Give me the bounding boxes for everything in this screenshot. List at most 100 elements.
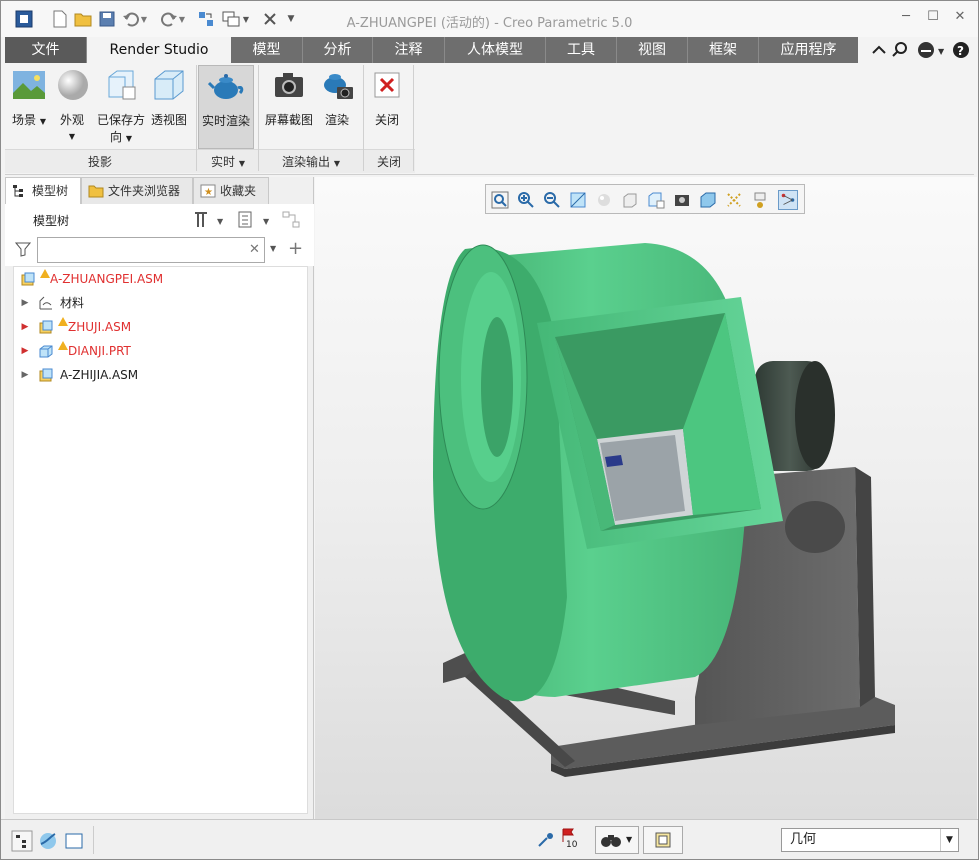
expand-icon[interactable]: ▶: [18, 364, 32, 386]
zoom-out-icon[interactable]: [542, 190, 562, 210]
help-icon[interactable]: ?: [953, 42, 969, 58]
annotation-display-icon[interactable]: [778, 190, 798, 210]
assembly-icon: [39, 320, 53, 334]
regen-status-icon[interactable]: [535, 830, 557, 852]
expand-icon[interactable]: ▶: [18, 340, 32, 362]
messages-indicator[interactable]: 10: [559, 828, 583, 854]
close-render-button[interactable]: 关闭: [369, 67, 405, 128]
clear-search-icon[interactable]: ✕: [249, 242, 260, 257]
selection-filter-dropdown[interactable]: 几何 ▼: [781, 828, 959, 852]
assembly-icon: [39, 368, 53, 382]
model-tree: A-ZHUANGPEI.ASM ▶ 材料 ▶ ZHUJI.ASM ▶ DIANJ…: [13, 266, 308, 814]
svg-text:★: ★: [204, 187, 213, 198]
tree-node-root[interactable]: A-ZHUANGPEI.ASM: [18, 268, 298, 290]
selection-mode-button[interactable]: [643, 826, 683, 854]
collapse-ribbon-icon[interactable]: [872, 45, 886, 54]
spin-center-icon[interactable]: [750, 190, 770, 210]
tab-tools[interactable]: 工具: [546, 37, 617, 63]
tab-model-tree[interactable]: 模型树: [5, 177, 81, 204]
saved-orientations-icon[interactable]: [620, 190, 640, 210]
group-render-output[interactable]: 渲染输出 ▼: [259, 153, 363, 170]
ribbon-tab-bar: 文件 Render Studio 模型 分析 注释 人体模型 工具 视图 框架 …: [5, 37, 858, 63]
add-filter-icon[interactable]: +: [288, 238, 303, 259]
tree-node-zhijia[interactable]: ▶ A-ZHIJIA.ASM: [18, 364, 298, 386]
repaint-icon[interactable]: [568, 190, 588, 210]
tab-favorites[interactable]: ★ 收藏夹: [193, 177, 269, 204]
perspective-icon: [154, 70, 184, 100]
perspective-button[interactable]: 透视图: [149, 67, 189, 128]
expand-icon[interactable]: ▶: [18, 316, 32, 338]
model-tree-header: 模型树 ▼ ▼: [5, 204, 314, 236]
tree-filter-display-icon[interactable]: [281, 210, 305, 230]
title-bar: ▼ ▼ ▼ ▼ A-ZHUANGPEI (活动的) - Creo Paramet…: [1, 1, 978, 37]
render-icon: [324, 74, 353, 99]
datum-display-icon[interactable]: [724, 190, 744, 210]
tree-filter-row: ✕ ▼ +: [5, 234, 314, 266]
tree-node-dianji[interactable]: ▶ DIANJI.PRT: [18, 340, 298, 362]
zoom-in-icon[interactable]: [516, 190, 536, 210]
render-label: 渲染: [324, 113, 349, 127]
tab-render-studio[interactable]: Render Studio: [87, 37, 231, 63]
tab-applications[interactable]: 应用程序: [759, 37, 858, 63]
tree-node-label: A-ZHUANGPEI.ASM: [50, 272, 164, 286]
find-button[interactable]: ▼: [595, 826, 639, 854]
tab-framework[interactable]: 框架: [688, 37, 759, 63]
tab-model[interactable]: 模型: [231, 37, 303, 63]
refit-icon[interactable]: [490, 190, 510, 210]
creo-window: ▼ ▼ ▼ ▼ A-ZHUANGPEI (活动的) - Creo Paramet…: [0, 0, 979, 860]
community-icon[interactable]: [918, 42, 934, 58]
tab-view[interactable]: 视图: [617, 37, 688, 63]
chevron-down-icon[interactable]: ▼: [940, 829, 958, 851]
fullscreen-icon[interactable]: [63, 830, 85, 852]
realtime-render-label: 实时渲染: [201, 114, 250, 128]
browser-toggle-icon[interactable]: [37, 830, 59, 852]
group-close-label: 关闭: [376, 155, 401, 169]
display-style-icon[interactable]: [594, 190, 614, 210]
search-icon[interactable]: [892, 42, 907, 57]
section-icon[interactable]: [698, 190, 718, 210]
perspective-view-icon[interactable]: [672, 190, 692, 210]
saved-orientation-label-2: 向: [110, 130, 123, 144]
expand-icon[interactable]: ▶: [18, 292, 32, 314]
filter-icon[interactable]: [15, 241, 31, 257]
help-area: ▼ ?: [869, 39, 979, 61]
scene-label: 场景: [12, 113, 37, 127]
tree-node-materials[interactable]: ▶ 材料: [18, 292, 298, 314]
scene-button[interactable]: 场景 ▼: [9, 67, 49, 128]
screenshot-button[interactable]: 屏幕截图: [262, 67, 316, 128]
view-manager-icon[interactable]: [646, 190, 666, 210]
appearance-icon: [58, 70, 88, 100]
group-realtime[interactable]: 实时 ▼: [198, 153, 258, 170]
find-dropdown-icon[interactable]: ▼: [626, 835, 632, 844]
minimize-button[interactable]: ─: [896, 9, 916, 27]
svg-text:▼: ▼: [938, 47, 945, 56]
tab-annotate[interactable]: 注释: [373, 37, 445, 63]
saved-orientation-button[interactable]: 已保存方向 ▼: [95, 67, 147, 145]
render-button[interactable]: 渲染: [317, 67, 357, 128]
ribbon: 场景 ▼ 外观 ▼ 已保存方向 ▼ 透视图 实时渲染 屏幕截图 渲染 关闭 投影…: [5, 63, 974, 175]
model-tree-icon: [13, 185, 23, 197]
tree-node-zhuji[interactable]: ▶ ZHUJI.ASM: [18, 316, 298, 338]
group-separator: [413, 65, 414, 171]
tab-folder-browser[interactable]: 文件夹浏览器: [81, 177, 193, 204]
tree-settings-icon[interactable]: ▼: [193, 210, 233, 230]
tab-file[interactable]: 文件: [5, 37, 87, 63]
navigator-toggle-icon[interactable]: [11, 830, 33, 852]
appearance-button[interactable]: 外观 ▼: [55, 67, 89, 142]
assembly-icon: [21, 272, 35, 286]
tab-manikin[interactable]: 人体模型: [445, 37, 546, 63]
status-separator: [93, 826, 94, 854]
group-render-output-label: 渲染输出: [282, 155, 331, 169]
tab-model-tree-label: 模型树: [32, 184, 69, 198]
close-button[interactable]: ✕: [950, 9, 970, 27]
tree-search-input[interactable]: [37, 237, 265, 263]
maximize-button[interactable]: ☐: [923, 9, 943, 27]
tab-analysis[interactable]: 分析: [303, 37, 373, 63]
graphics-window[interactable]: [315, 177, 977, 819]
appearance-label: 外观: [59, 113, 84, 127]
realtime-render-button[interactable]: 实时渲染: [198, 65, 254, 149]
fan-assembly-model[interactable]: [315, 177, 977, 819]
tree-show-icon[interactable]: ▼: [237, 210, 277, 230]
tree-node-label: ZHUJI.ASM: [68, 320, 132, 334]
search-options-icon[interactable]: ▼: [270, 244, 276, 253]
